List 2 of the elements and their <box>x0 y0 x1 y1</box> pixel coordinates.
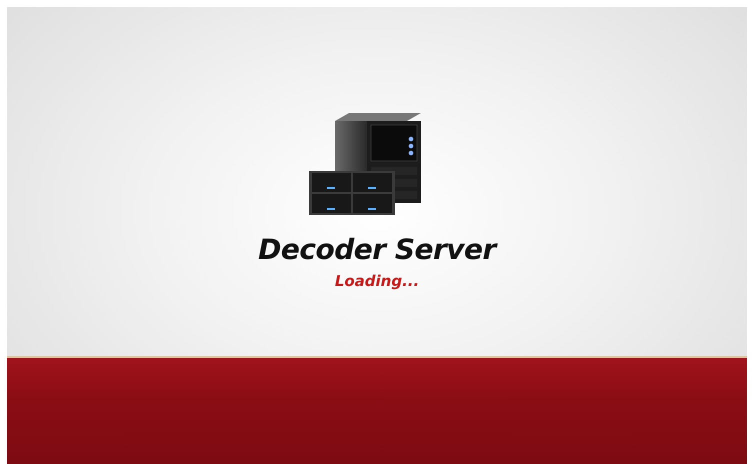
loading-status: Loading... <box>334 272 420 290</box>
app-title: Decoder Server <box>258 233 496 266</box>
